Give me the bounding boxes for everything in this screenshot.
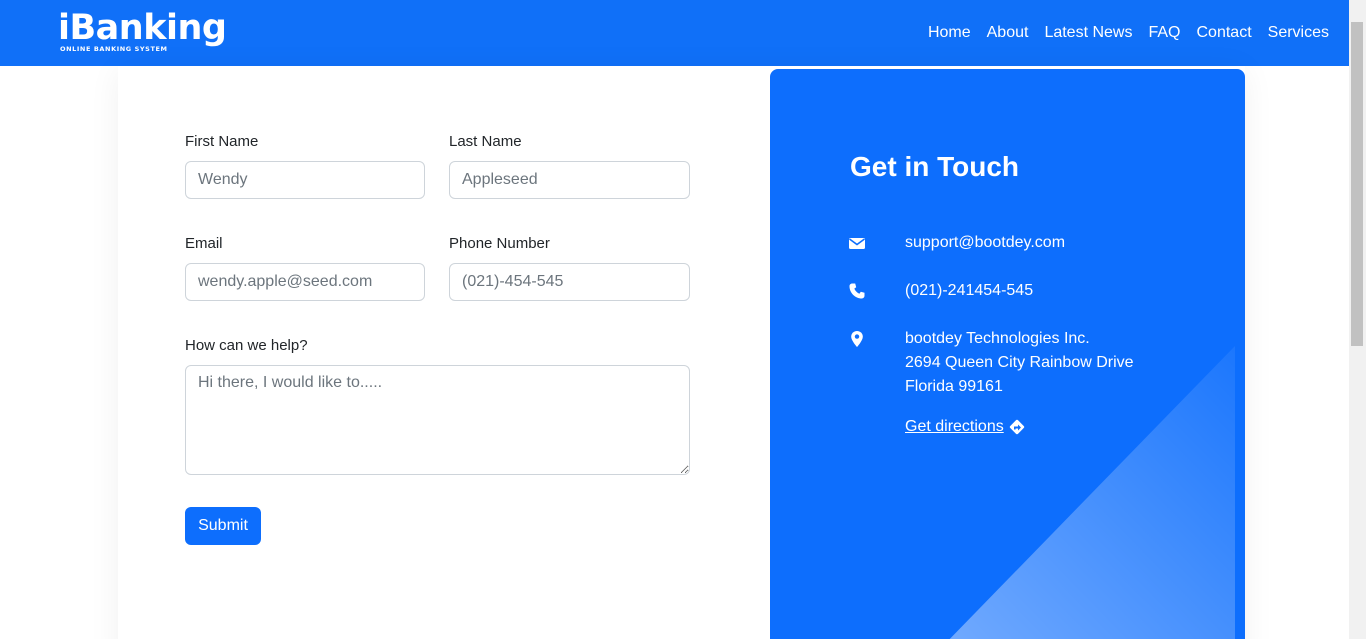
first-name-input[interactable]: [185, 161, 425, 199]
brand-name: iBanking: [58, 8, 227, 48]
contact-phone[interactable]: (021)-241454-545: [905, 279, 1033, 303]
get-directions-label: Get directions: [905, 418, 1004, 435]
nav-item-home[interactable]: Home: [928, 22, 971, 44]
main-nav: Home About Latest News FAQ Contact Servi…: [928, 22, 1329, 44]
last-name-label: Last Name: [449, 133, 522, 150]
scrollbar-thumb[interactable]: [1351, 22, 1363, 346]
email-input[interactable]: [185, 263, 425, 301]
nav-item-latest-news[interactable]: Latest News: [1044, 22, 1132, 44]
phone-icon: [849, 283, 865, 299]
nav-item-about[interactable]: About: [987, 22, 1029, 44]
directions-icon: [1009, 419, 1024, 435]
first-name-label: First Name: [185, 133, 259, 150]
brand-tagline: ONLINE BANKING SYSTEM: [60, 45, 168, 53]
contact-email[interactable]: support@bootdey.com: [905, 231, 1065, 255]
address-line-city: Florida 99161: [905, 378, 1003, 395]
phone-label: Phone Number: [449, 235, 550, 252]
contact-title: Get in Touch: [850, 151, 1020, 182]
brand-logo[interactable]: iBanking ONLINE BANKING SYSTEM: [58, 8, 227, 58]
get-in-touch-panel: Get in Touch support@bootdey.com (021)-2…: [770, 69, 1245, 639]
map-pin-icon: [851, 331, 863, 347]
address-line-street: 2694 Queen City Rainbow Drive: [905, 354, 1134, 371]
nav-item-faq[interactable]: FAQ: [1148, 22, 1180, 44]
get-directions-link[interactable]: Get directions: [905, 415, 1026, 439]
submit-button[interactable]: Submit: [185, 507, 261, 545]
nav-item-contact[interactable]: Contact: [1197, 22, 1252, 44]
last-name-input[interactable]: [449, 161, 690, 199]
navbar: iBanking ONLINE BANKING SYSTEM Home Abou…: [0, 0, 1349, 66]
address-line-company: bootdey Technologies Inc.: [905, 330, 1090, 347]
message-textarea[interactable]: [185, 365, 690, 475]
envelope-icon: [849, 238, 865, 249]
email-label: Email: [185, 235, 223, 252]
message-label: How can we help?: [185, 337, 308, 354]
phone-input[interactable]: [449, 263, 690, 301]
nav-item-services[interactable]: Services: [1268, 22, 1329, 44]
